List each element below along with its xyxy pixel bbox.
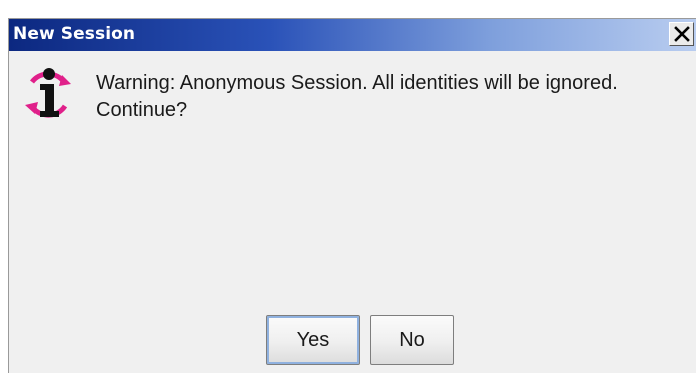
yes-button[interactable]: Yes [266,315,360,365]
dialog-title: New Session [13,24,136,44]
close-button[interactable] [669,22,694,46]
new-session-dialog: New Session Warning: Anonymous Session. … [8,18,696,373]
info-icon [21,66,75,122]
close-icon [674,26,690,42]
titlebar[interactable]: New Session [9,19,696,51]
warning-message: Warning: Anonymous Session. All identiti… [96,72,618,121]
no-button[interactable]: No [370,315,454,365]
